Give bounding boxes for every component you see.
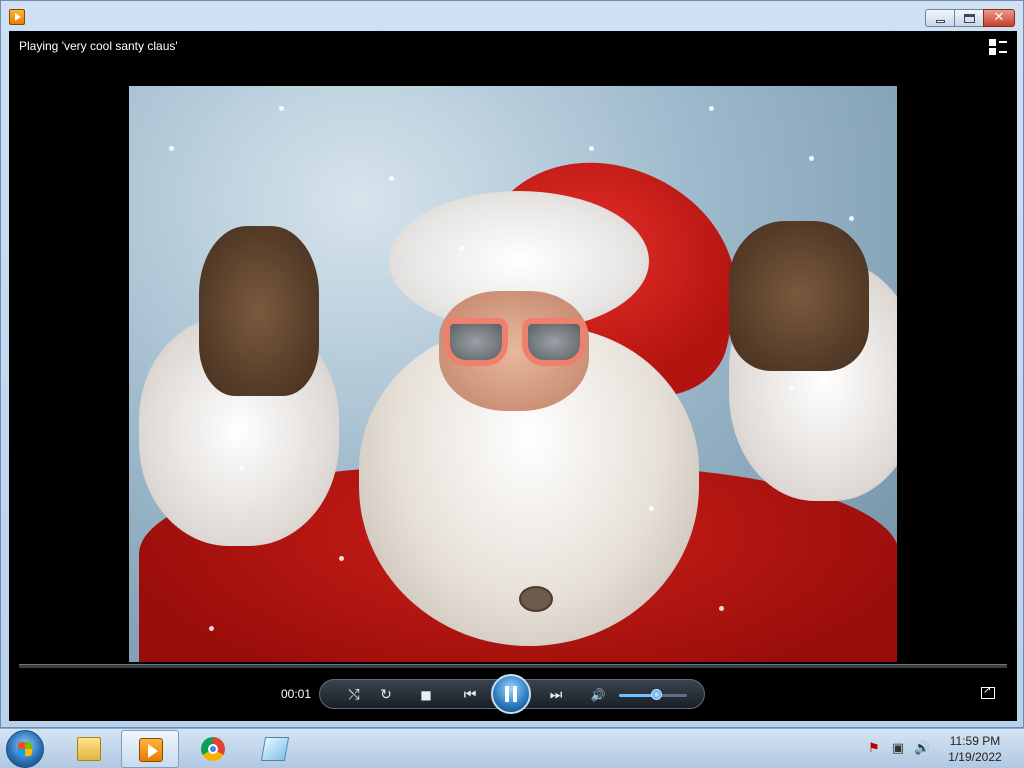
taskbar-chrome[interactable]	[184, 730, 242, 768]
player-area[interactable]: Playing 'very cool santy claus' 00:01 ⤭ …	[9, 31, 1017, 721]
repeat-button[interactable]: ↻	[376, 685, 396, 705]
action-center-flag-icon[interactable]: ⚑	[866, 741, 882, 757]
start-button[interactable]	[6, 730, 44, 768]
title-bar[interactable]: ✕	[1, 1, 1023, 31]
previous-button[interactable]: ⏮	[456, 685, 484, 705]
stop-button[interactable]: ■	[416, 685, 436, 705]
window-controls: ✕	[925, 9, 1015, 27]
file-explorer-icon	[77, 737, 101, 761]
minimize-icon	[936, 20, 945, 23]
taskbar-notepad[interactable]	[246, 730, 304, 768]
minimize-button[interactable]	[925, 9, 955, 27]
tray-volume-icon[interactable]: 🔊	[914, 741, 930, 757]
notepad-icon	[260, 737, 290, 761]
clock-time: 11:59 PM	[949, 734, 1001, 748]
close-button[interactable]: ✕	[983, 9, 1015, 27]
video-frame[interactable]	[129, 86, 897, 662]
shuffle-icon: ⤭	[348, 687, 360, 703]
windows-media-player-icon	[139, 738, 163, 762]
switch-to-library-icon[interactable]	[989, 39, 1007, 55]
previous-icon: ⏮	[463, 687, 477, 703]
left-glove	[199, 226, 319, 396]
elapsed-time: 00:01	[281, 687, 312, 701]
seek-bar[interactable]	[19, 664, 1007, 668]
right-glove	[729, 221, 869, 371]
fullscreen-icon[interactable]	[981, 685, 995, 699]
clock[interactable]: 11:59 PM 1/19/2022	[940, 733, 1010, 765]
chrome-icon	[201, 737, 225, 761]
now-playing-title: Playing 'very cool santy claus'	[19, 39, 178, 53]
close-icon: ✕	[993, 10, 1005, 25]
taskbar: ⚑ ▣ 🔊 11:59 PM 1/19/2022	[0, 728, 1024, 768]
maximize-icon	[964, 14, 975, 23]
mute-button[interactable]: 🔊	[588, 685, 608, 705]
maximize-button[interactable]	[954, 9, 984, 27]
taskbar-file-explorer[interactable]	[60, 730, 118, 768]
media-player-icon	[9, 9, 25, 25]
coat-button	[519, 586, 553, 612]
taskbar-windows-media-player[interactable]	[121, 730, 179, 768]
media-player-window: ✕ Playing 'very cool santy claus' 00:01 …	[0, 0, 1024, 728]
repeat-icon: ↻	[380, 687, 392, 703]
pause-button[interactable]	[491, 674, 531, 714]
sunglasses	[444, 318, 589, 368]
stop-icon: ■	[420, 688, 432, 702]
shuffle-button[interactable]: ⤭	[344, 685, 364, 705]
pause-icon	[505, 686, 517, 702]
volume-icon: 🔊	[590, 688, 606, 702]
clock-date: 1/19/2022	[948, 750, 1002, 764]
network-icon[interactable]: ▣	[890, 741, 906, 757]
next-button[interactable]: ⏭	[542, 685, 570, 705]
next-icon: ⏭	[549, 687, 563, 703]
